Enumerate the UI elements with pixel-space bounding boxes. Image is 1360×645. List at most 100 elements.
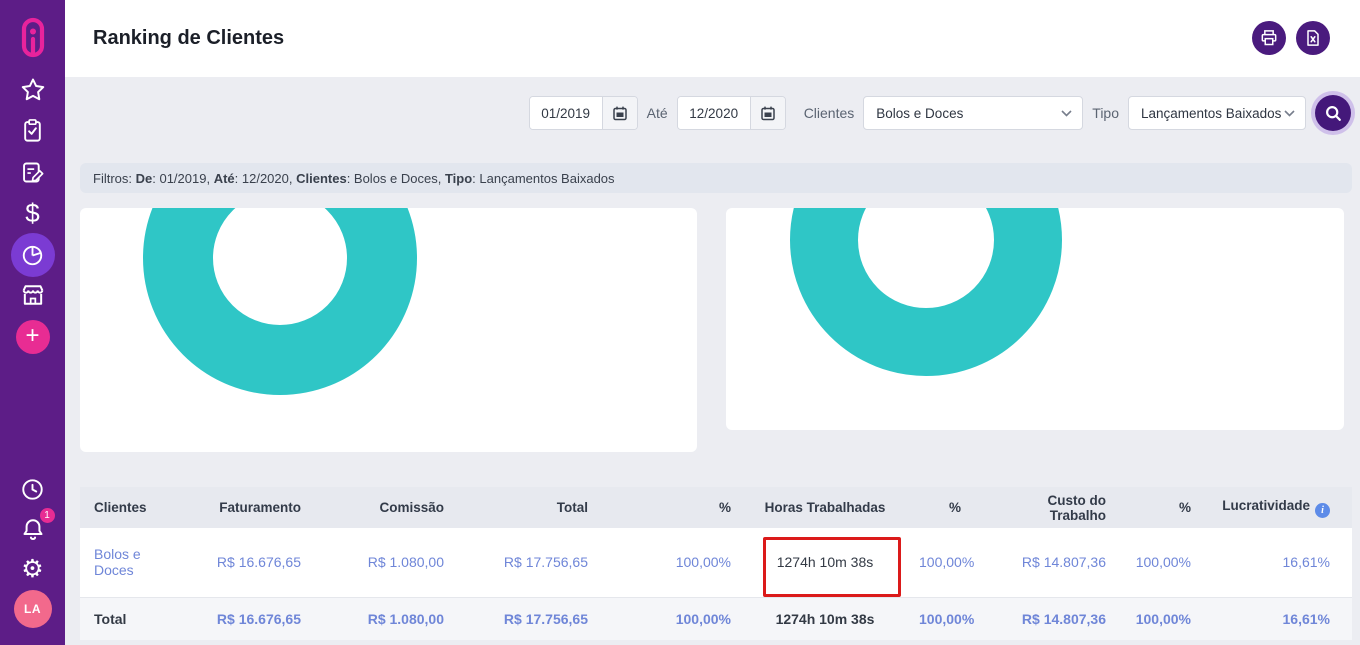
- donut-chart-left: [143, 208, 417, 395]
- summary-de-label: De: [135, 170, 153, 186]
- summary-clientes-value: : Bolos e Doces,: [346, 170, 445, 186]
- top-bar: Ranking de Clientes: [65, 0, 1360, 77]
- summary-de-value: : 01/2019,: [152, 170, 214, 186]
- summary-ate-label: Até: [213, 170, 235, 186]
- sidebar-item-finance[interactable]: $: [0, 196, 65, 230]
- sidebar: $ + 1 ⚙ LA: [0, 0, 65, 645]
- sidebar-item-history[interactable]: [0, 473, 65, 505]
- col-header-pct-3[interactable]: %: [1120, 487, 1205, 528]
- clock-icon: [22, 478, 43, 500]
- dollar-icon: $: [25, 197, 40, 228]
- calendar-icon: [612, 106, 627, 121]
- app-logo[interactable]: [0, 12, 65, 64]
- col-header-faturamento[interactable]: Faturamento: [195, 487, 315, 528]
- chevron-down-icon: [1061, 109, 1072, 117]
- active-item-background: [10, 233, 55, 277]
- total-custo: R$ 14.807,36: [1021, 610, 1106, 627]
- plus-icon: +: [15, 320, 50, 354]
- filter-row: Até Clientes Bolos e Doces: [528, 95, 1351, 131]
- total-pct-2: 100,00%: [919, 610, 975, 627]
- document-edit-icon: [23, 162, 44, 182]
- sidebar-item-favorites[interactable]: [0, 74, 65, 106]
- add-new-button[interactable]: +: [0, 320, 65, 354]
- col-header-comissao[interactable]: Comissão: [315, 487, 458, 528]
- main-area: Ranking de Clientes 01/2019 Até 12/2020 …: [65, 0, 1360, 645]
- col-header-total[interactable]: Total: [458, 487, 602, 528]
- date-from-calendar-button[interactable]: [601, 97, 637, 129]
- donut-chart-card-right: [726, 208, 1344, 430]
- ranking-table: Clientes Faturamento Comissão Total % Ho…: [80, 487, 1352, 640]
- notification-badge: 1: [39, 508, 55, 523]
- total-lucratividade: 16,61%: [1282, 610, 1330, 627]
- date-to-group: [676, 96, 786, 130]
- date-to-input[interactable]: [677, 97, 750, 129]
- col-header-custo[interactable]: Custo do Trabalho: [975, 487, 1120, 528]
- notifications-button[interactable]: 1: [0, 508, 65, 546]
- date-from-group: [528, 96, 638, 130]
- sidebar-item-store[interactable]: [0, 279, 65, 311]
- calendar-icon: [760, 106, 775, 121]
- search-button[interactable]: [1315, 95, 1351, 131]
- client-link[interactable]: Bolos e Doces: [94, 546, 141, 578]
- type-select[interactable]: Lançamentos Baixados: [1128, 96, 1306, 130]
- cell-horas-trabalhadas: 1274h 10m 38s: [776, 554, 874, 571]
- sidebar-item-tasks[interactable]: [0, 114, 65, 146]
- search-icon: [1325, 105, 1341, 121]
- chevron-down-icon: [1284, 109, 1295, 117]
- table-total-row: Total R$ 16.676,65 R$ 1.080,00 R$ 17.756…: [80, 597, 1352, 640]
- clients-select[interactable]: Bolos e Doces: [863, 96, 1084, 130]
- applied-filters-summary: Filtros: De: 01/2019, Até: 12/2020, Clie…: [80, 163, 1352, 193]
- summary-clientes-label: Clientes: [296, 170, 347, 186]
- user-avatar[interactable]: LA: [0, 590, 65, 628]
- col-header-clientes[interactable]: Clientes: [80, 487, 195, 528]
- clipboard-check-icon: [24, 118, 41, 142]
- col-header-horas[interactable]: Horas Trabalhadas: [745, 487, 905, 528]
- pie-chart-icon: [22, 245, 43, 265]
- table-row: Bolos e Doces R$ 16.676,65 R$ 1.080,00 R…: [80, 528, 1352, 597]
- info-icon[interactable]: i: [1315, 502, 1330, 518]
- date-from-input[interactable]: [529, 97, 602, 129]
- excel-file-icon: [1307, 30, 1319, 46]
- gear-icon: ⚙: [21, 553, 44, 583]
- settings-button[interactable]: ⚙: [0, 552, 65, 584]
- sidebar-item-reports-active[interactable]: [0, 233, 65, 277]
- total-label: Total: [94, 610, 127, 627]
- total-pct-3: 100,00%: [1135, 610, 1191, 627]
- avatar-initials: LA: [13, 590, 52, 628]
- cell-comissao: R$ 1.080,00: [367, 554, 444, 571]
- date-to-calendar-button[interactable]: [749, 97, 785, 129]
- cell-total: R$ 17.756,65: [503, 554, 588, 571]
- print-button[interactable]: [1252, 21, 1286, 55]
- col-header-pct-2[interactable]: %: [905, 487, 975, 528]
- total-total: R$ 17.756,65: [503, 610, 588, 627]
- table-header-row: Clientes Faturamento Comissão Total % Ho…: [80, 487, 1352, 528]
- cell-lucratividade: 16,61%: [1282, 554, 1330, 571]
- cell-faturamento: R$ 16.676,65: [216, 554, 301, 571]
- total-faturamento: R$ 16.676,65: [216, 610, 301, 627]
- clients-label: Clientes: [803, 105, 855, 121]
- donut-chart-right: [790, 208, 1062, 376]
- col-header-lucratividade[interactable]: Lucratividade i: [1205, 487, 1352, 528]
- sidebar-item-records[interactable]: [0, 156, 65, 188]
- donut-chart-card-left: [80, 208, 697, 452]
- ranking-table-wrap: Clientes Faturamento Comissão Total % Ho…: [80, 487, 1352, 640]
- cell-pct-3: 100,00%: [1135, 554, 1191, 571]
- store-icon: [22, 285, 43, 305]
- summary-tipo-value: : Lançamentos Baixados: [472, 170, 615, 186]
- total-horas: 1274h 10m 38s: [775, 610, 875, 627]
- cell-custo: R$ 14.807,36: [1021, 554, 1106, 571]
- col-header-pct-1[interactable]: %: [602, 487, 745, 528]
- cell-pct-2: 100,00%: [919, 554, 975, 571]
- content-area: Até Clientes Bolos e Doces: [65, 77, 1360, 645]
- export-excel-button[interactable]: [1296, 21, 1330, 55]
- lucratividade-label: Lucratividade: [1222, 497, 1310, 513]
- printer-icon: [1261, 30, 1277, 46]
- page-title: Ranking de Clientes: [93, 27, 285, 49]
- summary-prefix: Filtros:: [93, 170, 136, 186]
- type-label: Tipo: [1092, 105, 1119, 121]
- star-icon: [21, 78, 44, 101]
- summary-tipo-label: Tipo: [444, 170, 473, 186]
- total-comissao: R$ 1.080,00: [367, 610, 444, 627]
- date-to-label: Até: [646, 105, 668, 121]
- summary-ate-value: : 12/2020,: [234, 170, 297, 186]
